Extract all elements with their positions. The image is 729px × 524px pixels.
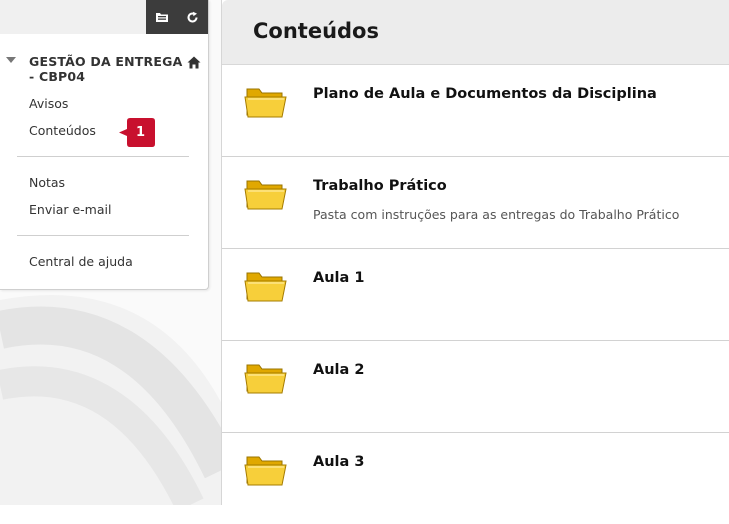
item-title-link[interactable]: Aula 3 (313, 454, 364, 470)
content-item: Aula 1 (222, 249, 729, 341)
folder-icon (244, 85, 288, 123)
menu-item-conteudos[interactable]: Conteúdos (29, 123, 96, 138)
menu-item-avisos[interactable]: Avisos (29, 96, 68, 111)
menu-item-enviar-email[interactable]: Enviar e-mail (29, 202, 111, 217)
main-content: Conteúdos Plano de Aula e Documentos da … (221, 0, 729, 505)
content-item: Plano de Aula e Documentos da Disciplina (222, 65, 729, 157)
menu-item-central-de-ajuda[interactable]: Central de ajuda (29, 254, 133, 269)
menu-divider (17, 235, 189, 236)
toolbar-buttons (146, 0, 208, 34)
item-title-link[interactable]: Trabalho Prático (313, 178, 447, 194)
item-title-link[interactable]: Aula 1 (313, 270, 364, 286)
item-description: Pasta com instruções para as entregas do… (313, 207, 680, 222)
folder-view-icon[interactable] (150, 5, 174, 29)
content-item: Trabalho Prático Pasta com instruções pa… (222, 157, 729, 249)
refresh-icon[interactable] (181, 5, 205, 29)
folder-icon (244, 453, 288, 491)
menu-toolbar (0, 0, 208, 34)
menu-item-notas[interactable]: Notas (29, 175, 65, 190)
course-menu: GESTÃO DA ENTREGA - CBP04 Avisos Conteúd… (0, 0, 209, 290)
folder-icon (244, 177, 288, 215)
menu-divider (17, 156, 189, 157)
content-item: Aula 2 (222, 341, 729, 433)
content-item: Aula 3 (222, 433, 729, 524)
home-icon[interactable] (187, 54, 201, 73)
collapse-caret-icon[interactable] (6, 57, 16, 63)
folder-icon (244, 269, 288, 307)
course-title[interactable]: GESTÃO DA ENTREGA - CBP04 (29, 54, 184, 84)
item-title-link[interactable]: Plano de Aula e Documentos da Disciplina (313, 86, 657, 102)
notification-badge: 1 (118, 117, 155, 148)
page-header: Conteúdos (222, 0, 729, 65)
page-title: Conteúdos (253, 19, 379, 43)
folder-icon (244, 361, 288, 399)
item-title-link[interactable]: Aula 2 (313, 362, 364, 378)
badge-count: 1 (135, 125, 146, 140)
